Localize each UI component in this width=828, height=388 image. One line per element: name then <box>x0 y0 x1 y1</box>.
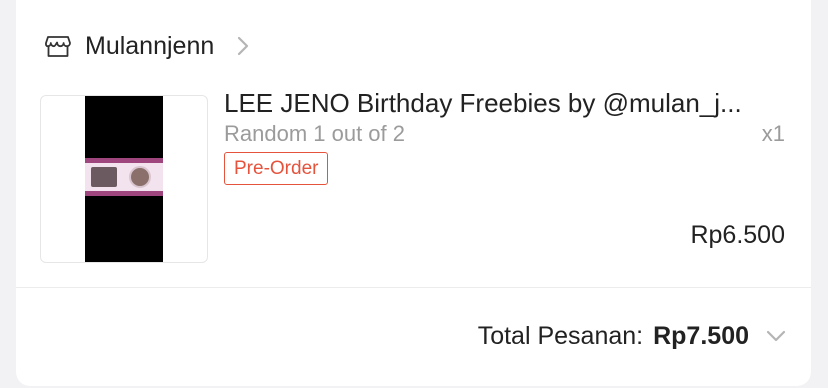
shop-header[interactable]: Mulannjenn <box>45 29 250 63</box>
chevron-down-icon[interactable] <box>765 329 787 343</box>
total-label: Total Pesanan: <box>477 321 644 350</box>
product-thumbnail[interactable] <box>40 95 208 263</box>
total-value: Rp7.500 <box>653 321 749 350</box>
order-card: Mulannjenn LEE JENO Birthday Freebies by… <box>16 0 811 386</box>
product-quantity: x1 <box>761 121 785 146</box>
store-icon <box>45 33 71 59</box>
divider <box>16 287 811 288</box>
product-variant: Random 1 out of 2 <box>224 121 406 146</box>
product-price: Rp6.500 <box>690 221 785 249</box>
order-total-row[interactable]: Total Pesanan: Rp7.500 <box>478 316 787 356</box>
chevron-right-icon <box>236 35 250 57</box>
product-title[interactable]: LEE JENO Birthday Freebies by @mulan_j..… <box>224 88 792 119</box>
product-image <box>85 96 163 262</box>
product-image-banner <box>85 158 163 196</box>
shop-name[interactable]: Mulannjenn <box>85 32 214 61</box>
pre-order-badge: Pre-Order <box>224 152 329 185</box>
